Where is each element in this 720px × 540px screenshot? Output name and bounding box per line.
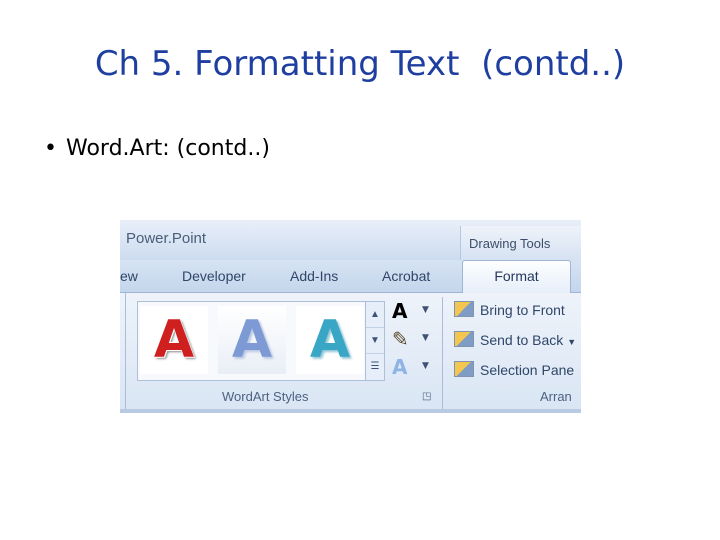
wordart-gallery: A A A [137, 301, 371, 381]
ribbon-tabs: ew Developer Add-Ins Acrobat Format [120, 260, 581, 294]
gallery-scroll-down-icon[interactable]: ▼ [366, 328, 384, 354]
bring-to-front-button[interactable]: Bring to Front [454, 301, 565, 327]
slide-title: Ch 5. Formatting Text (contd..) [94, 44, 626, 84]
title-bar: Power.Point Drawing Tools [120, 220, 581, 260]
selection-pane-icon [454, 361, 474, 377]
chevron-down-icon: ▼ [422, 361, 429, 371]
tab-developer[interactable]: Developer [182, 268, 246, 284]
send-to-back-icon [454, 331, 474, 347]
text-effects-button[interactable]: A ▼ [392, 355, 434, 381]
group-separator [442, 297, 443, 409]
text-fill-button[interactable]: A ▼ [392, 299, 434, 325]
gallery-scroll: ▲ ▼ ☰ [365, 301, 385, 381]
tab-add-ins[interactable]: Add-Ins [290, 268, 338, 284]
text-fill-icon: A [392, 299, 408, 323]
gallery-scroll-up-icon[interactable]: ▲ [366, 302, 384, 328]
bring-to-front-icon [454, 301, 474, 317]
tab-view[interactable]: ew [120, 268, 138, 284]
wordart-style-blue[interactable]: A [218, 306, 286, 374]
selection-pane-label: Selection Pane [480, 362, 575, 378]
text-effects-icon: A [392, 355, 408, 379]
ribbon-bottom-border [120, 409, 581, 413]
dialog-launcher-icon[interactable]: ◳ [422, 391, 431, 402]
bullet-dot: • [44, 136, 57, 161]
wordart-style-teal[interactable]: A [296, 306, 364, 374]
bullet-item: • Word.Art: (contd..) [44, 136, 270, 161]
bullet-text: Word.Art: (contd..) [66, 136, 270, 161]
tab-acrobat[interactable]: Acrobat [382, 268, 430, 284]
bring-to-front-label: Bring to Front [480, 302, 565, 318]
text-outline-icon: ✎ [392, 327, 409, 351]
chevron-down-icon: ▼ [422, 333, 429, 343]
app-title: Power.Point [126, 230, 207, 247]
ribbon-body: A A A ▲ ▼ ☰ A ▼ ✎ ▼ A ▼ WordArt Styles ◳… [120, 293, 581, 413]
chevron-down-icon: ▼ [567, 337, 577, 347]
wordart-style-red[interactable]: A [140, 306, 208, 374]
chevron-down-icon: ▼ [422, 305, 429, 315]
selection-pane-button[interactable]: Selection Pane [454, 361, 574, 387]
contextual-tab-label: Drawing Tools [469, 236, 551, 251]
ribbon-screenshot: Power.Point Drawing Tools ew Developer A… [120, 220, 581, 413]
group-divider [120, 293, 126, 409]
tab-format[interactable]: Format [462, 260, 571, 294]
send-to-back-label: Send to Back [480, 332, 564, 348]
text-outline-button[interactable]: ✎ ▼ [392, 327, 434, 353]
send-to-back-button[interactable]: Send to Back ▼ [454, 331, 576, 357]
contextual-tab-group: Drawing Tools [460, 226, 581, 260]
arrange-group-label: Arran [540, 389, 572, 404]
wordart-styles-group-label: WordArt Styles [222, 389, 309, 404]
gallery-more-icon[interactable]: ☰ [366, 354, 384, 379]
